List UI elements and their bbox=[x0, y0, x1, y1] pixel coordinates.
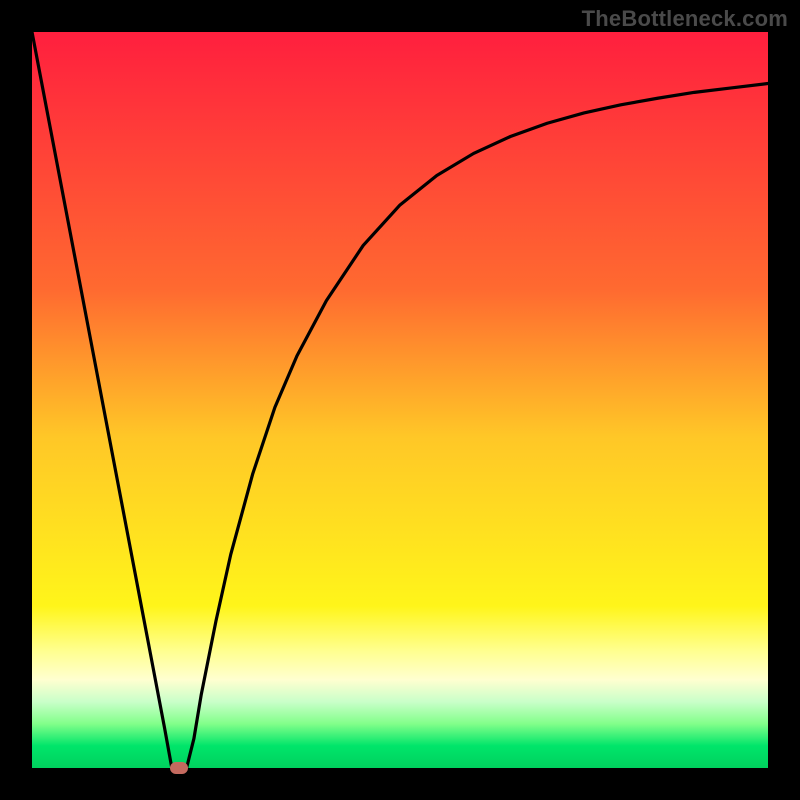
curve-svg bbox=[32, 32, 768, 768]
bottleneck-curve bbox=[32, 32, 768, 768]
chart-container: TheBottleneck.com bbox=[0, 0, 800, 800]
watermark-text: TheBottleneck.com bbox=[582, 6, 788, 32]
plot-area bbox=[32, 32, 768, 768]
minimum-marker bbox=[170, 762, 188, 774]
